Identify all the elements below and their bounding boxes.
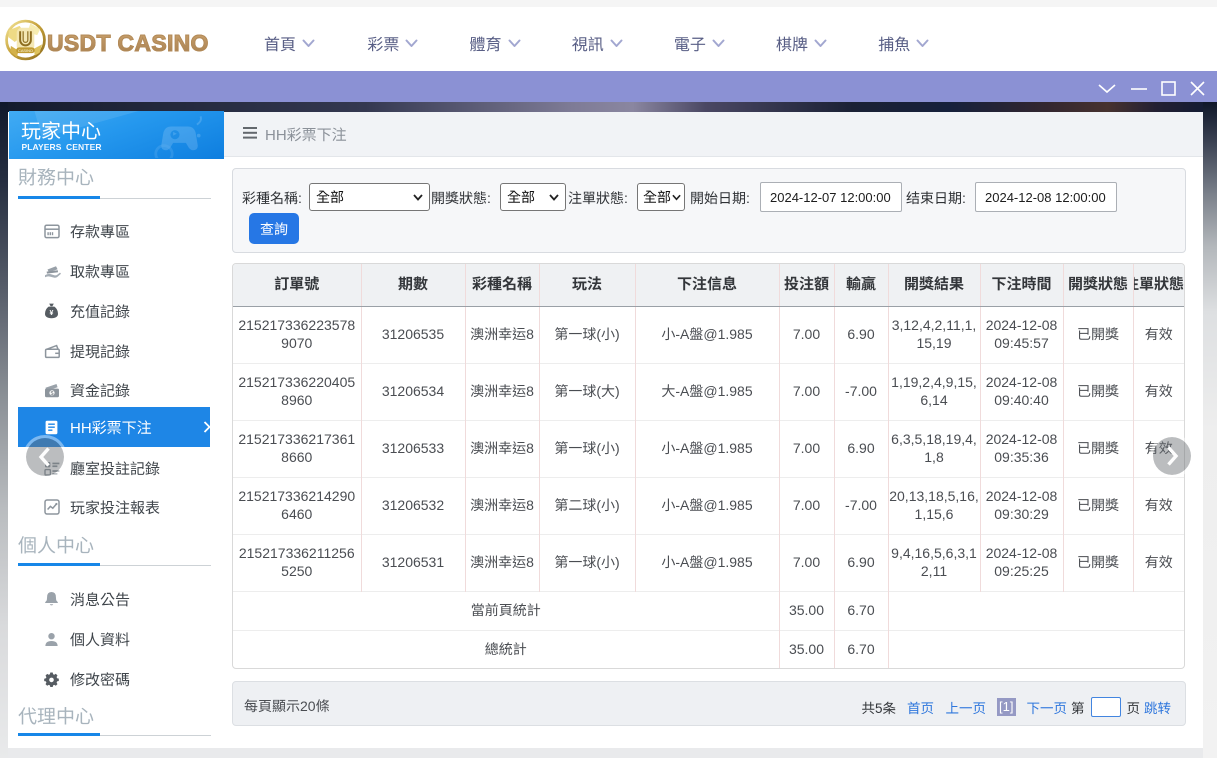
svg-text:CASINO: CASINO	[18, 48, 33, 53]
svg-text:$: $	[50, 391, 53, 397]
svg-text:¥: ¥	[50, 310, 54, 317]
